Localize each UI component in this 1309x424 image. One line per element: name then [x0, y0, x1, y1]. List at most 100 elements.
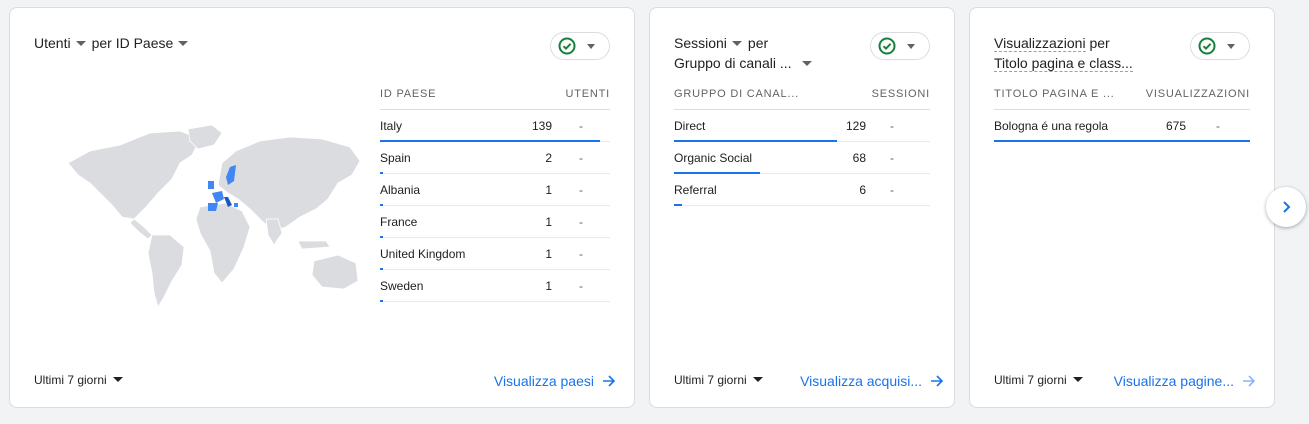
- row-value: 1: [545, 214, 552, 229]
- map-uk-highlight: [208, 181, 214, 189]
- view-countries-link[interactable]: Visualizza paesi: [494, 373, 616, 389]
- column-header-users[interactable]: UTENTI: [565, 88, 610, 100]
- joiner-label: per: [747, 35, 769, 51]
- date-range-label: Ultimi 7 giorni: [34, 373, 107, 387]
- world-map[interactable]: [60, 123, 370, 313]
- caret-down-icon: [907, 43, 915, 49]
- dimension-selector[interactable]: Gruppo di canali ...: [674, 55, 818, 71]
- sessions-by-channel-card: Sessioni per Gruppo di canali ... GRUPPO …: [649, 7, 955, 408]
- arrow-right-icon: [931, 375, 944, 387]
- row-change: -: [579, 150, 583, 165]
- status-chip[interactable]: [1190, 32, 1250, 60]
- row-name: Referral: [674, 182, 717, 197]
- views-by-page-card: Visualizzazioni per Titolo pagina e clas…: [969, 7, 1275, 408]
- metric-label[interactable]: Visualizzazioni: [994, 35, 1086, 52]
- map-central-america: [129, 218, 153, 240]
- table-row[interactable]: Bologna é una regola 675 -: [994, 110, 1250, 142]
- column-header-country[interactable]: ID PAESE: [380, 88, 565, 100]
- row-value: 6: [859, 182, 866, 197]
- users-by-country-card: Utenti per ID Paese ID PAESE UTENTI Ital…: [9, 7, 635, 408]
- table-row[interactable]: France 1 -: [380, 206, 610, 238]
- caret-down-icon: [731, 40, 742, 46]
- status-chip[interactable]: [550, 32, 610, 60]
- link-label: Visualizza acquisi...: [800, 373, 922, 389]
- row-share-bar: [994, 140, 1250, 142]
- dimension-label: Gruppo di canali ...: [674, 55, 792, 71]
- row-change: -: [579, 118, 583, 133]
- map-france-highlight: [212, 191, 224, 203]
- card-title: Utenti per ID Paese: [34, 33, 194, 53]
- row-name: United Kingdom: [380, 246, 466, 261]
- arrow-right-icon: [603, 375, 616, 387]
- row-value: 675: [1165, 118, 1186, 133]
- row-name: Bologna é una regola: [994, 118, 1109, 133]
- metric-selector[interactable]: Utenti: [34, 35, 92, 51]
- arrow-right-icon: [1243, 375, 1256, 387]
- row-change: -: [1216, 118, 1220, 133]
- dimension-selector[interactable]: per ID Paese: [92, 35, 195, 51]
- check-circle-icon: [1198, 37, 1216, 55]
- map-north-america: [67, 130, 201, 220]
- table-row[interactable]: Italy 139 -: [380, 110, 610, 142]
- caret-down-icon: [1227, 43, 1235, 49]
- row-value: 68: [852, 150, 866, 165]
- row-change: -: [579, 214, 583, 229]
- map-south-america: [147, 234, 185, 308]
- row-change: -: [890, 150, 894, 165]
- table-row[interactable]: Direct 129 -: [674, 110, 930, 142]
- view-acquisition-link[interactable]: Visualizza acquisi...: [800, 373, 944, 389]
- row-value: 139: [531, 118, 552, 133]
- check-circle-icon: [878, 37, 896, 55]
- map-indonesia: [297, 240, 331, 250]
- caret-down-icon: [178, 40, 189, 46]
- column-header-page-title[interactable]: TITOLO PAGINA E ...: [994, 88, 1146, 100]
- row-change: -: [890, 182, 894, 197]
- table-row[interactable]: United Kingdom 1 -: [380, 238, 610, 270]
- dimension-label: ID Paese: [115, 35, 174, 51]
- map-africa: [195, 202, 251, 284]
- table-row[interactable]: Referral 6 -: [674, 174, 930, 206]
- row-share-bar: [380, 300, 383, 302]
- caret-down-icon: [75, 40, 86, 46]
- row-change: -: [579, 278, 583, 293]
- card-title: Visualizzazioni per Titolo pagina e clas…: [994, 33, 1154, 73]
- caret-down-icon: [587, 43, 595, 49]
- chevron-right-icon: [1283, 201, 1291, 213]
- table-row[interactable]: Sweden 1 -: [380, 270, 610, 302]
- next-card-button[interactable]: [1266, 187, 1306, 227]
- status-chip[interactable]: [870, 32, 930, 60]
- date-range-selector[interactable]: Ultimi 7 giorni: [34, 373, 129, 387]
- row-name: Italy: [380, 118, 403, 133]
- metric-label: Utenti: [34, 35, 71, 51]
- date-range-label: Ultimi 7 giorni: [994, 373, 1067, 387]
- table-row[interactable]: Spain 2 -: [380, 142, 610, 174]
- row-change: -: [579, 182, 583, 197]
- table-row[interactable]: Organic Social 68 -: [674, 142, 930, 174]
- views-table: TITOLO PAGINA E ... VISUALIZZAZIONI Bolo…: [994, 78, 1250, 142]
- row-name: Albania: [380, 182, 421, 197]
- column-header-views[interactable]: VISUALIZZAZIONI: [1146, 88, 1250, 100]
- date-range-selector[interactable]: Ultimi 7 giorni: [674, 373, 769, 387]
- table-row[interactable]: Albania 1 -: [380, 174, 610, 206]
- row-share-bar: [674, 204, 682, 206]
- row-value: 129: [845, 118, 866, 133]
- row-value: 1: [545, 278, 552, 293]
- row-name: Spain: [380, 150, 411, 165]
- date-range-label: Ultimi 7 giorni: [674, 373, 747, 387]
- row-name: Sweden: [380, 278, 424, 293]
- link-label: Visualizza paesi: [493, 373, 594, 389]
- date-range-selector[interactable]: Ultimi 7 giorni: [994, 373, 1089, 387]
- column-header-channel-group[interactable]: GRUPPO DI CANAL...: [674, 88, 872, 100]
- view-pages-link[interactable]: Visualizza pagine...: [1114, 373, 1256, 389]
- card-title: Sessioni per Gruppo di canali ...: [674, 33, 834, 73]
- joiner-label: per: [1089, 35, 1110, 51]
- table-header: TITOLO PAGINA E ... VISUALIZZAZIONI: [994, 78, 1250, 110]
- metric-selector[interactable]: Sessioni: [674, 35, 748, 51]
- row-value: 1: [545, 182, 552, 197]
- column-header-sessions[interactable]: SESSIONI: [872, 88, 930, 100]
- row-name: Direct: [674, 118, 706, 133]
- table-header: GRUPPO DI CANAL... SESSIONI: [674, 78, 930, 110]
- row-name: Organic Social: [674, 150, 753, 165]
- dimension-label[interactable]: Titolo pagina e class...: [994, 55, 1133, 72]
- metric-label: Sessioni: [674, 35, 727, 51]
